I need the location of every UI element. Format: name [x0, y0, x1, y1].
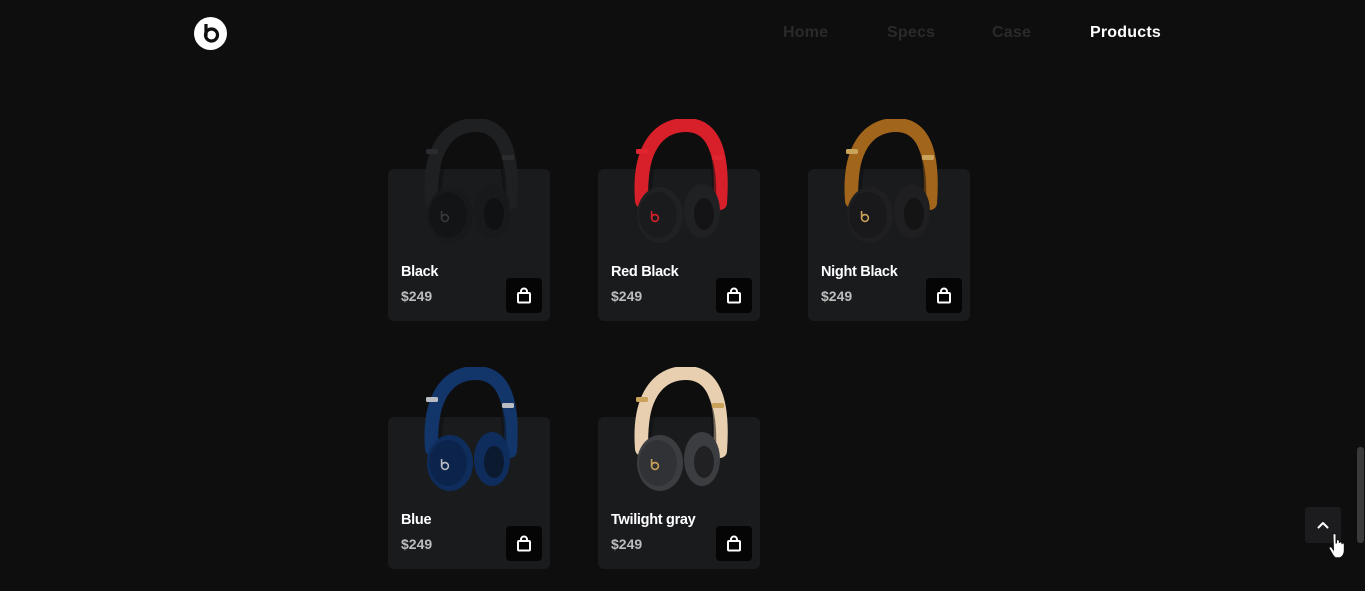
product-name: Black	[401, 264, 439, 280]
scrollbar-thumb[interactable]	[1357, 447, 1364, 543]
product-name: Red Black	[611, 264, 679, 280]
add-to-cart-button[interactable]	[926, 278, 962, 313]
nav-products[interactable]: Products	[1090, 24, 1161, 42]
product-card[interactable]: Red Black $249	[598, 119, 760, 321]
page: Home Specs Case Products Black $249 Red …	[0, 0, 1365, 591]
product-card[interactable]: Black $249	[388, 119, 550, 321]
nav-specs[interactable]: Specs	[887, 24, 935, 42]
main-nav: Home Specs Case Products	[0, 24, 1365, 46]
product-card[interactable]: Blue $249	[388, 367, 550, 569]
product-price: $249	[611, 288, 643, 304]
product-price: $249	[821, 288, 853, 304]
shopping-bag-icon	[727, 535, 741, 552]
product-price: $249	[611, 536, 643, 552]
headphones-image	[634, 119, 728, 243]
add-to-cart-button[interactable]	[716, 526, 752, 561]
headphones-image	[634, 367, 728, 491]
product-name: Blue	[401, 512, 432, 528]
product-name: Night Black	[821, 264, 898, 280]
shopping-bag-icon	[517, 535, 531, 552]
shopping-bag-icon	[517, 287, 531, 304]
nav-home[interactable]: Home	[783, 24, 828, 42]
headphones-image	[424, 367, 518, 491]
shopping-bag-icon	[727, 287, 741, 304]
hand-cursor-icon	[1328, 533, 1344, 559]
product-card[interactable]: Twilight gray $249	[598, 367, 760, 569]
add-to-cart-button[interactable]	[506, 526, 542, 561]
headphones-image	[424, 119, 518, 243]
add-to-cart-button[interactable]	[716, 278, 752, 313]
product-price: $249	[401, 288, 433, 304]
shopping-bag-icon	[937, 287, 951, 304]
add-to-cart-button[interactable]	[506, 278, 542, 313]
product-price: $249	[401, 536, 433, 552]
product-name: Twilight gray	[611, 512, 696, 528]
product-card[interactable]: Night Black $249	[808, 119, 970, 321]
headphones-image	[844, 119, 938, 243]
nav-case[interactable]: Case	[992, 24, 1031, 42]
chevron-up-icon	[1317, 522, 1329, 529]
